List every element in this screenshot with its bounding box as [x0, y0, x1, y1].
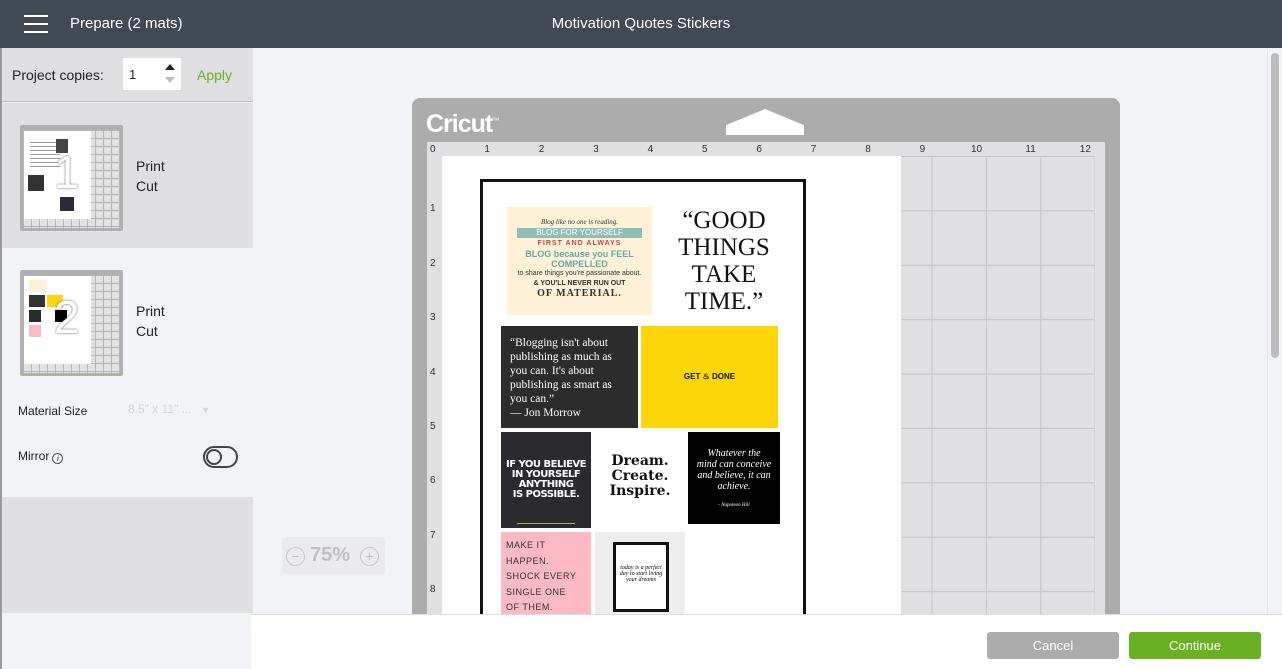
- top-bar: Prepare (2 mats) Motivation Quotes Stick…: [0, 0, 1282, 48]
- ruler-x-tick: 10: [971, 144, 983, 155]
- cutting-mat: Cricut™ 0 1 2 3 4 5 6 7 8 9 10 11 12 12345678 Blog l…: [412, 98, 1120, 614]
- project-title: Motivation Quotes Stickers: [551, 15, 731, 32]
- project-copies-value: 1: [129, 67, 137, 82]
- cancel-button[interactable]: Cancel: [987, 632, 1119, 659]
- sticker-make-it-happen[interactable]: MAKE IT HAPPEN. SHOCK EVERY SINGLE ONE O…: [501, 532, 591, 614]
- zoom-in-icon[interactable]: +: [360, 547, 379, 566]
- zoom-control: − 75% +: [282, 537, 385, 574]
- ruler-x-tick: 9: [919, 144, 926, 155]
- paper-sheet: Blog like no one is reading. BLOG FOR YO…: [442, 156, 901, 614]
- mat-thumbnail: 2: [20, 270, 123, 376]
- zoom-out-icon[interactable]: −: [286, 547, 305, 566]
- print-then-cut-border: Blog like no one is reading. BLOG FOR YO…: [480, 179, 806, 614]
- mirror-label: Mirror i: [18, 449, 64, 464]
- sticker-good-things-take-time[interactable]: “GOOD THINGS TAKE TIME.”: [669, 207, 779, 317]
- ruler-y-tick: 8: [430, 584, 436, 596]
- cricut-logo: Cricut™: [426, 110, 499, 138]
- sidebar-empty-area: [2, 497, 253, 613]
- mat-notch: [726, 109, 804, 135]
- sticker-dream-create-inspire[interactable]: Dream. Create. Inspire.: [595, 432, 685, 528]
- mat-print-label: Print: [136, 158, 165, 174]
- mat-item-2[interactable]: 2 Print Cut: [2, 248, 253, 393]
- ruler-x-tick: 4: [647, 144, 654, 155]
- mat-thumbnail: 1: [20, 125, 123, 231]
- footer-bar: Cancel Continue: [251, 614, 1282, 669]
- mat-item-1[interactable]: 1 Print Cut: [2, 103, 253, 248]
- ruler-y-tick: 2: [430, 257, 436, 269]
- mat-cut-label: Cut: [136, 323, 158, 339]
- apply-button[interactable]: Apply: [197, 67, 232, 83]
- ruler-y-tick: 6: [430, 475, 436, 487]
- decrement-arrow-icon[interactable]: [165, 77, 175, 83]
- canvas-area: Cricut™ 0 1 2 3 4 5 6 7 8 9 10 11 12 12345678 Blog l…: [251, 48, 1267, 614]
- mat-print-label: Print: [136, 303, 165, 319]
- scrollbar-thumb[interactable]: [1271, 53, 1279, 358]
- ruler-y-tick: 7: [430, 529, 436, 541]
- sticker-whatever-the-mind[interactable]: Whatever the mind can conceive and belie…: [688, 432, 780, 524]
- prepare-title: Prepare (2 mats): [70, 15, 183, 32]
- ruler-x-tick: 5: [702, 144, 708, 155]
- project-copies-label: Project copies:: [12, 67, 104, 83]
- material-size-select[interactable]: 8.5" x 11" ... ▼: [122, 399, 234, 421]
- sticker-get-done[interactable]: GET ♨ DONE: [641, 326, 778, 428]
- ruler-y-tick: 5: [430, 421, 436, 432]
- project-copies-row: Project copies: 1 Apply: [2, 48, 253, 102]
- mirror-toggle[interactable]: [203, 446, 238, 468]
- sticker-if-you-believe[interactable]: IF YOU BELIEVE IN YOURSELF ANYTHING IS P…: [501, 432, 591, 528]
- mirror-label-text: Mirror: [18, 449, 50, 463]
- ruler-x-tick: 0: [430, 144, 436, 155]
- vertical-scrollbar[interactable]: [1267, 48, 1282, 614]
- ruler-x-tick: 7: [810, 144, 817, 155]
- sidebar: Project copies: 1 Apply 1 Print Cut 2 Pr…: [0, 48, 253, 669]
- ruler-y-tick: 1: [430, 203, 436, 215]
- info-icon[interactable]: i: [52, 453, 64, 464]
- ruler-x-tick: 2: [538, 144, 545, 155]
- ruler-x-tick: 6: [756, 144, 762, 155]
- ruler-x-tick: 11: [1025, 144, 1036, 155]
- mat-cut-label: Cut: [136, 178, 158, 194]
- sticker-blog-for-yourself[interactable]: Blog like no one is reading. BLOG FOR YO…: [507, 207, 652, 315]
- continue-button[interactable]: Continue: [1129, 632, 1261, 659]
- ruler-x-tick: 3: [593, 144, 599, 155]
- material-size-label: Material Size: [18, 404, 88, 418]
- ruler-y-tick: 4: [430, 366, 436, 378]
- mat-number: 1: [54, 146, 80, 198]
- chevron-down-icon: ▼: [201, 405, 210, 415]
- project-copies-input[interactable]: 1: [123, 58, 181, 90]
- mat-ruler: 0 1 2 3 4 5 6 7 8 9 10 11 12 12345678 Blog like no o…: [427, 142, 1105, 614]
- material-size-value: 8.5" x 11" ...: [128, 402, 192, 416]
- zoom-level: 75%: [310, 544, 351, 566]
- mat-number: 2: [54, 291, 80, 343]
- sticker-blogging-quote[interactable]: “Blogging isn't about publishing as much…: [501, 326, 638, 428]
- hamburger-menu-icon[interactable]: [24, 15, 48, 33]
- ruler-x-tick: 12: [1079, 144, 1091, 155]
- ruler-x-tick: 1: [484, 144, 490, 155]
- ruler-y-tick: 3: [430, 312, 436, 324]
- ruler-x-tick: 8: [865, 144, 871, 155]
- sticker-today-perfect-day[interactable]: today is a perfect day to start living y…: [595, 532, 685, 614]
- increment-arrow-icon[interactable]: [165, 64, 175, 70]
